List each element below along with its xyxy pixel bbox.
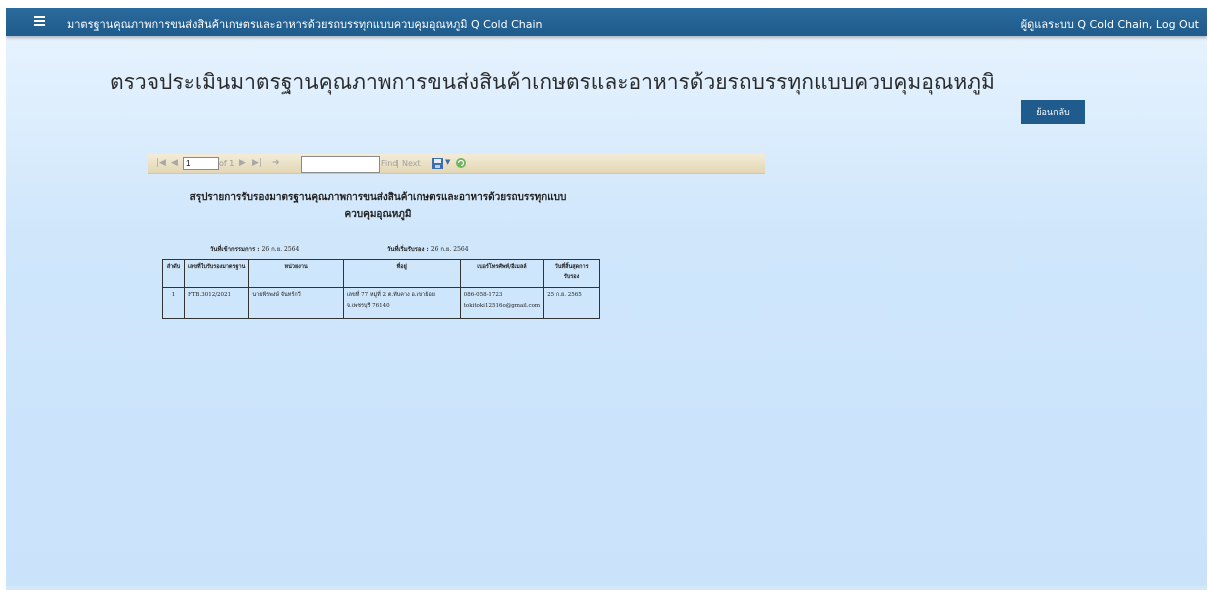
- find-input[interactable]: [301, 156, 380, 173]
- report-title-line2: ควบคุมอุณหภูมิ: [344, 209, 412, 220]
- hamburger-menu-icon[interactable]: [32, 13, 48, 29]
- committee-date-label: วันที่เข้ากรรมการ :: [210, 246, 260, 253]
- report-content: สรุปรายการรับรองมาตรฐานคุณภาพการขนส่งสิน…: [148, 173, 765, 364]
- column-header: หน่วยงาน: [248, 259, 344, 288]
- certify-start-date: วันที่เริ่มรับรอง : 26 ก.ย. 2564: [387, 244, 469, 254]
- certify-start-date-value: 26 ก.ย. 2564: [430, 246, 469, 253]
- app-title: มาตรฐานคุณภาพการขนส่งสินค้าเกษตรและอาหาร…: [67, 18, 543, 31]
- certify-start-date-label: วันที่เริ่มรับรอง :: [387, 246, 429, 253]
- first-page-icon[interactable]: |◀: [156, 158, 166, 168]
- column-header: เบอร์โทรศัพท์/อีเมลล์: [459, 259, 545, 288]
- next-page-icon[interactable]: ▶: [239, 158, 246, 168]
- last-page-icon[interactable]: ▶|: [252, 158, 262, 168]
- app-window: มาตรฐานคุณภาพการขนส่งสินค้าเกษตรและอาหาร…: [6, 8, 1207, 590]
- report-title: สรุปรายการรับรองมาตรฐานคุณภาพการขนส่งสิน…: [174, 189, 582, 223]
- page-title: ตรวจประเมินมาตรฐานคุณภาพการขนส่งสินค้าเก…: [110, 70, 995, 94]
- refresh-icon[interactable]: [455, 157, 467, 169]
- certificate-number: FTB.3012/2021: [183, 287, 250, 319]
- table-row: 1 FTB.3012/2021 นายพีรพงษ์ จันทร์กวี เลข…: [162, 287, 600, 319]
- phone-number: 086-058-1723: [463, 292, 503, 298]
- report-title-line1: สรุปรายการรับรองมาตรฐานคุณภาพการขนส่งสิน…: [189, 192, 567, 203]
- logout-link[interactable]: Log Out: [1156, 18, 1199, 31]
- address-cell: เลขที่ 77 หมู่ที่ 2 ต.ทับคาง อ.เขาย้อย จ…: [342, 287, 461, 319]
- email-address: tokitoki12516o@gmail.com: [463, 303, 541, 309]
- back-button[interactable]: ย้อนกลับ: [1021, 100, 1085, 124]
- row-number: 1: [162, 287, 185, 319]
- table-header-row: ลำดับ เลขที่ใบรับรองมาตรฐาน หน่วยงาน ที่…: [162, 259, 600, 288]
- user-name: ผู้ดูแลระบบ Q Cold Chain,: [1020, 18, 1153, 31]
- column-header: ที่อยู่: [342, 259, 461, 288]
- end-date: 25 ก.ย. 2565: [543, 287, 600, 319]
- next-link[interactable]: Next: [402, 159, 421, 168]
- export-save-icon[interactable]: [431, 156, 445, 170]
- certification-table: ลำดับ เลขที่ใบรับรองมาตรฐาน หน่วยงาน ที่…: [162, 259, 600, 319]
- find-separator: |: [396, 159, 399, 168]
- contact-cell: 086-058-1723 tokitoki12516o@gmail.com: [459, 287, 545, 319]
- previous-page-icon[interactable]: ◀: [171, 158, 178, 168]
- top-navbar: มาตรฐานคุณภาพการขนส่งสินค้าเกษตรและอาหาร…: [6, 8, 1207, 36]
- committee-date-value: 26 ก.ย. 2564: [261, 246, 300, 253]
- export-dropdown-icon[interactable]: ▼: [445, 158, 450, 166]
- committee-date: วันที่เข้ากรรมการ : 26 ก.ย. 2564: [210, 244, 299, 254]
- find-link[interactable]: Find: [381, 159, 397, 168]
- report-toolbar: |◀ ◀ of 1 ▶ ▶| ➜ Find | Next ▼: [148, 154, 765, 174]
- user-area: ผู้ดูแลระบบ Q Cold Chain, Log Out: [1021, 15, 1199, 33]
- address-line2: จ.เพชรบุรี 76140: [346, 303, 390, 309]
- page-count-label: of 1: [219, 159, 235, 168]
- page-number-input[interactable]: [183, 157, 219, 170]
- address-line1: เลขที่ 77 หมู่ที่ 2 ต.ทับคาง อ.เขาย้อย: [346, 292, 435, 298]
- organization-name: นายพีรพงษ์ จันทร์กวี: [248, 287, 344, 319]
- column-header: วันที่สิ้นสุดการรับรอง: [543, 259, 600, 288]
- back-to-parent-icon[interactable]: ➜: [272, 158, 280, 168]
- column-header: เลขที่ใบรับรองมาตรฐาน: [183, 259, 250, 288]
- footer-strip: [6, 586, 1207, 590]
- column-header: ลำดับ: [162, 259, 185, 288]
- report-viewer: |◀ ◀ of 1 ▶ ▶| ➜ Find | Next ▼ สร: [148, 154, 765, 364]
